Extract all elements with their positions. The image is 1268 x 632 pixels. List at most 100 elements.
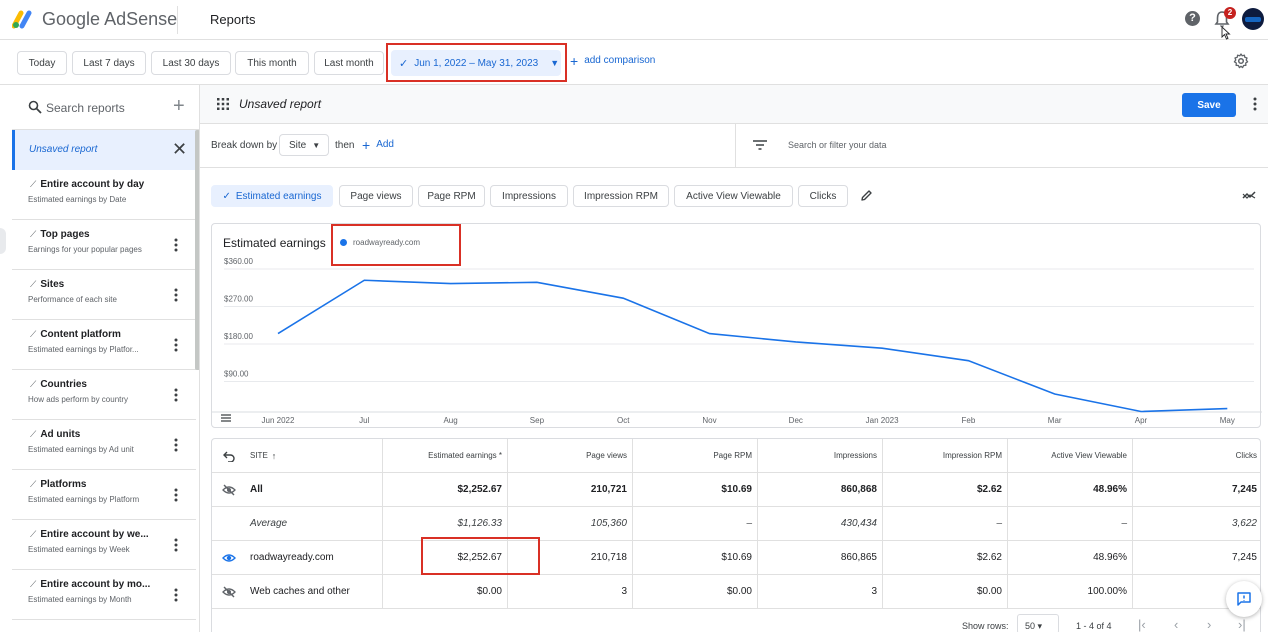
help-icon[interactable]: ? [1185,11,1200,26]
table-pagination: Show rows: 50 ▾ 1 - 4 of 4 |‹ ‹ › ›| [950,614,1260,632]
last-page-icon[interactable]: ›| [1238,617,1246,632]
account-avatar[interactable] [1242,8,1264,30]
mouse-cursor-icon [1221,26,1231,40]
trend-icon: ⟋ [30,329,37,339]
sidebar-item-title-text: Ad units [40,429,81,440]
metric-chip-page-views[interactable]: Page views [339,185,413,207]
column-header-estimated-earnings[interactable]: Estimated earnings * [383,439,508,472]
sidebar-item-entire-account-by-week[interactable]: ⟋ Entire account by we... Estimated earni… [12,520,196,570]
search-icon [28,100,42,114]
table-cell: 7,245 [1231,484,1257,495]
sort-up-icon: ↑ [271,450,277,461]
rows-per-page-select[interactable]: 50 ▾ [1017,614,1059,632]
metric-chip-active-view-viewable[interactable]: Active View Viewable [674,185,793,207]
sidebar-item-title-text: Sites [40,279,65,290]
sidebar-item-content-platform[interactable]: ⟋ Content platform Estimated earnings by … [12,320,196,370]
sidebar-item-top-pages[interactable]: ⟋ Top pages Earnings for your popular pag… [12,220,196,270]
date-last-30-days-button[interactable]: Last 30 days [151,51,231,75]
x-tick-label: Mar [1048,416,1062,425]
close-icon[interactable]: ✕ [172,139,187,160]
breakdown-dimension-select[interactable]: Site ▼ [279,134,329,156]
sidebar-item-countries[interactable]: ⟋ Countries How ads perform by country [12,370,196,420]
more-options-icon[interactable] [174,588,178,602]
more-options-icon[interactable] [174,538,178,552]
header-divider [177,6,178,34]
sidebar-item-subtitle: Performance of each site [28,295,117,304]
pagination-range: 1 - 4 of 4 [1076,621,1112,631]
more-options-icon[interactable] [174,388,178,402]
filter-search-input[interactable]: Search or filter your data [788,140,887,150]
filter-icon[interactable] [753,140,767,150]
metric-chip-clicks[interactable]: Clicks [798,185,848,207]
column-header-active-view-viewable[interactable]: Active View Viewable [1008,439,1133,472]
column-header-page-rpm[interactable]: Page RPM [633,439,758,472]
collapsed-panel-tab[interactable] [0,228,6,254]
table-cell: – [883,507,1008,540]
edit-pencil-icon[interactable] [860,189,873,202]
sidebar-item-entire-account-by-month[interactable]: ⟋ Entire account by mo... Estimated earni… [12,570,196,620]
sidebar-item-sites[interactable]: ⟋ Sites Performance of each site [12,270,196,320]
more-options-icon[interactable] [174,488,178,502]
more-options-icon[interactable] [174,288,178,302]
new-report-plus-icon[interactable]: + [173,95,185,118]
highlight-box-earnings-cell [421,537,540,575]
date-last-7-days-button[interactable]: Last 7 days [72,51,146,75]
previous-page-icon[interactable]: ‹ [1174,617,1178,632]
metric-chip-estimated-earnings[interactable]: ✓ Estimated earnings [211,185,333,207]
active-report-label: Unsaved report [29,144,98,155]
column-header-impressions[interactable]: Impressions [758,439,883,472]
date-this-month-button[interactable]: This month [235,51,309,75]
adsense-app: Google AdSense Reports ? 2 Today Last 7 … [0,0,1268,632]
table-cell: $10.69 [633,473,758,506]
sidebar-item-title: ⟋ Entire account by we... [30,529,172,540]
sidebar-item-subtitle: Earnings for your popular pages [28,245,142,254]
table-header-row: SITE ↑ Estimated earnings * Page views Pa… [212,439,1260,473]
column-header-impression-rpm[interactable]: Impression RPM [883,439,1008,472]
trend-compare-icon[interactable] [1242,189,1256,201]
x-tick-label: Dec [789,416,803,425]
feedback-button[interactable] [1226,581,1262,617]
report-name[interactable]: Unsaved report [239,97,321,111]
metric-chip-impressions[interactable]: Impressions [490,185,568,207]
table-cell: $0.00 [883,575,1008,608]
more-options-icon[interactable] [174,438,178,452]
plus-icon: + [570,52,579,69]
settings-gear-icon[interactable] [1233,53,1249,69]
apps-grid-icon[interactable] [217,98,229,110]
x-tick-label: Apr [1135,416,1148,425]
metric-chip-page-rpm[interactable]: Page RPM [418,185,485,207]
sidebar-item-title-text: Content platform [40,329,121,340]
add-breakdown-link[interactable]: + Add [362,138,394,152]
save-button[interactable]: Save [1182,93,1236,117]
chart-menu-icon[interactable] [221,414,231,422]
sidebar-item-entire-account-by-day[interactable]: ⟋ Entire account by day Estimated earning… [12,170,196,220]
column-header-page-views[interactable]: Page views [508,439,633,472]
first-page-icon[interactable]: |‹ [1138,617,1146,632]
more-options-icon[interactable] [174,238,178,252]
column-header-site[interactable]: SITE ↑ [212,439,383,472]
table-cell: $2.62 [883,541,1008,574]
sidebar-item-unsaved-report[interactable]: Unsaved report ✕ [12,130,196,170]
search-reports-box[interactable]: Search reports + [12,85,199,130]
date-last-month-button[interactable]: Last month [314,51,384,75]
sidebar-item-subtitle: Estimated earnings by Ad unit [28,445,134,454]
add-breakdown-label: Add [376,139,394,150]
breakdown-dimension-value: Site [289,139,307,151]
sidebar-item-title-text: Entire account by day [40,179,145,190]
adsense-logo-icon[interactable] [12,9,36,29]
sidebar-item-title: ⟋ Content platform [30,329,172,340]
sidebar-item-platforms[interactable]: ⟋ Platforms Estimated earnings by Platfor… [12,470,196,520]
metric-chip-impression-rpm[interactable]: Impression RPM [573,185,669,207]
add-comparison-link[interactable]: + add comparison [570,52,655,69]
sidebar-item-ad-units[interactable]: ⟋ Ad units Estimated earnings by Ad unit [12,420,196,470]
date-today-button[interactable]: Today [17,51,67,75]
column-header-clicks[interactable]: Clicks [1133,439,1260,472]
trend-icon: ⟋ [30,279,37,289]
more-options-icon[interactable] [174,338,178,352]
more-options-icon[interactable] [1253,97,1257,111]
date-toolbar: Today Last 7 days Last 30 days This mont… [0,40,1268,85]
report-table: SITE ↑ Estimated earnings * Page views Pa… [211,438,1261,632]
brand-name[interactable]: Google AdSense [42,9,177,30]
table-cell: $0.00 [383,575,508,608]
next-page-icon[interactable]: › [1207,617,1211,632]
